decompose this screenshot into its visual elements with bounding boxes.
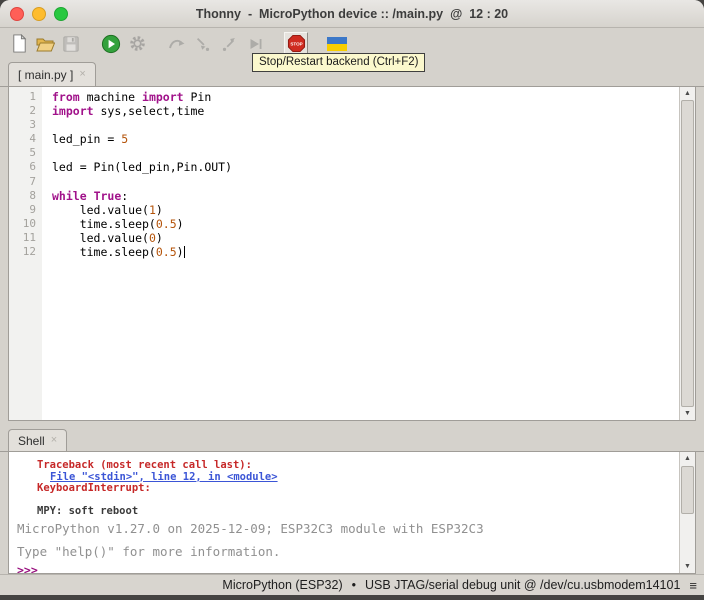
step-over-button[interactable] (166, 33, 188, 55)
step-into-icon (196, 37, 210, 51)
scroll-up-arrow-icon[interactable]: ▲ (680, 452, 695, 465)
line-number: 4 (29, 132, 36, 146)
line-number: 6 (29, 160, 36, 174)
tab-close-icon[interactable]: × (51, 435, 57, 446)
line-number: 10 (22, 216, 36, 230)
editor-scrollbar-thumb[interactable] (681, 100, 694, 407)
new-file-button[interactable] (8, 33, 30, 55)
gutter: 1 2 3 4 5 6 7 8 9 10 11 12 (9, 87, 42, 420)
step-over-icon (169, 39, 185, 48)
code-line[interactable]: from machine import Pin (52, 90, 695, 104)
close-window-button[interactable] (10, 7, 24, 21)
text-cursor (183, 246, 186, 259)
tab-shell-label: Shell (18, 433, 45, 448)
line-number: 5 (29, 146, 36, 160)
backend-menu-icon[interactable]: ≡ (689, 578, 697, 593)
open-folder-icon (36, 38, 55, 51)
svg-text:STOP: STOP (290, 42, 302, 47)
open-file-button[interactable] (34, 33, 56, 55)
code-line[interactable]: led.value(1) (52, 203, 695, 217)
editor-scrollbar: ▲ ▼ (679, 87, 695, 420)
code-line[interactable]: time.sleep(0.5) (52, 217, 695, 231)
minimize-window-button[interactable] (32, 7, 46, 21)
code-line[interactable]: led.value(0) (52, 231, 695, 245)
backend-label[interactable]: MicroPython (ESP32) (222, 578, 342, 592)
editor-panel: 1 2 3 4 5 6 7 8 9 10 11 12 from machine import Pin i… (8, 87, 696, 421)
line-number: 12 (22, 245, 36, 259)
shell-line-stderr: KeyboardInterrupt: (37, 482, 158, 494)
tab-shell[interactable]: Shell × (8, 429, 68, 451)
tooltip: Stop/Restart backend (Ctrl+F2) (252, 53, 426, 72)
code-line[interactable] (52, 118, 695, 132)
scroll-down-arrow-icon[interactable]: ▼ (680, 407, 695, 420)
thonny-window: Thonny - MicroPython device :: /main.py … (0, 0, 704, 595)
status-bullet: • (351, 578, 356, 592)
resume-icon (250, 38, 262, 49)
code-line[interactable]: while True: (52, 189, 695, 203)
traffic-lights (10, 7, 68, 21)
step-into-button[interactable] (192, 33, 214, 55)
step-out-icon (222, 37, 235, 51)
shell-line-blank (17, 495, 675, 505)
resume-button[interactable] (244, 33, 266, 55)
debug-button[interactable] (126, 33, 148, 55)
code-line[interactable] (52, 146, 695, 160)
code-editor[interactable]: from machine import Pin import sys,select… (42, 87, 695, 420)
code-line[interactable]: time.sleep(0.5) (52, 245, 695, 259)
title-bar: Thonny - MicroPython device :: /main.py … (0, 0, 704, 28)
run-button[interactable] (100, 33, 122, 55)
stop-icon: STOP (287, 34, 305, 53)
new-file-icon (12, 34, 26, 53)
scroll-down-arrow-icon[interactable]: ▼ (680, 560, 695, 573)
scroll-up-arrow-icon[interactable]: ▲ (680, 87, 695, 100)
support-ukraine-button[interactable] (326, 33, 348, 55)
line-number: 7 (29, 174, 36, 188)
debug-gear-icon (129, 36, 145, 51)
line-number: 1 (29, 90, 36, 103)
code-line[interactable]: led = Pin(led_pin,Pin.OUT) (52, 160, 695, 174)
run-icon (101, 34, 121, 53)
tab-close-icon[interactable]: × (79, 69, 85, 80)
stop-restart-button[interactable]: STOP (284, 31, 308, 56)
shell-line-faded: MicroPython v1.27.0 on 2025-12-09; ESP32… (17, 520, 484, 536)
line-number: 8 (29, 188, 36, 202)
shell-tab-strip: Shell × (0, 426, 704, 452)
tab-main-py[interactable]: [ main.py ] × (8, 62, 96, 86)
port-label[interactable]: USB JTAG/serial debug unit @ /dev/cu.usb… (365, 578, 680, 592)
code-line[interactable] (52, 175, 695, 189)
line-number: 2 (29, 104, 36, 118)
zoom-window-button[interactable] (54, 7, 68, 21)
shell-scrollbar: ▲ ▼ (679, 452, 695, 573)
ukraine-flag-icon (327, 36, 347, 51)
shell-output[interactable]: Traceback (most recent call last): File "… (9, 452, 695, 574)
shell-line-stderr: Traceback (most recent call last): (37, 459, 252, 471)
tab-main-py-label: [ main.py ] (18, 67, 74, 82)
shell-line-prompt: >>> (17, 562, 38, 574)
shell-scrollbar-thumb[interactable] (681, 466, 694, 514)
line-number: 11 (22, 230, 36, 244)
save-icon (63, 35, 79, 52)
status-bar: MicroPython (ESP32) • USB JTAG/serial de… (0, 574, 704, 595)
line-number: 9 (29, 202, 36, 216)
code-line[interactable]: led_pin = 5 (52, 132, 695, 146)
shell-line-stdout: MPY: soft reboot (37, 504, 139, 517)
code-line[interactable]: import sys,select,time (52, 104, 695, 118)
shell-panel: Traceback (most recent call last): File "… (8, 452, 696, 574)
save-button[interactable] (60, 33, 82, 55)
shell-line-faded: Type "help()" for more information. (17, 543, 281, 559)
window-title: Thonny - MicroPython device :: /main.py … (195, 6, 509, 21)
step-out-button[interactable] (218, 33, 240, 55)
line-number: 3 (29, 118, 36, 132)
